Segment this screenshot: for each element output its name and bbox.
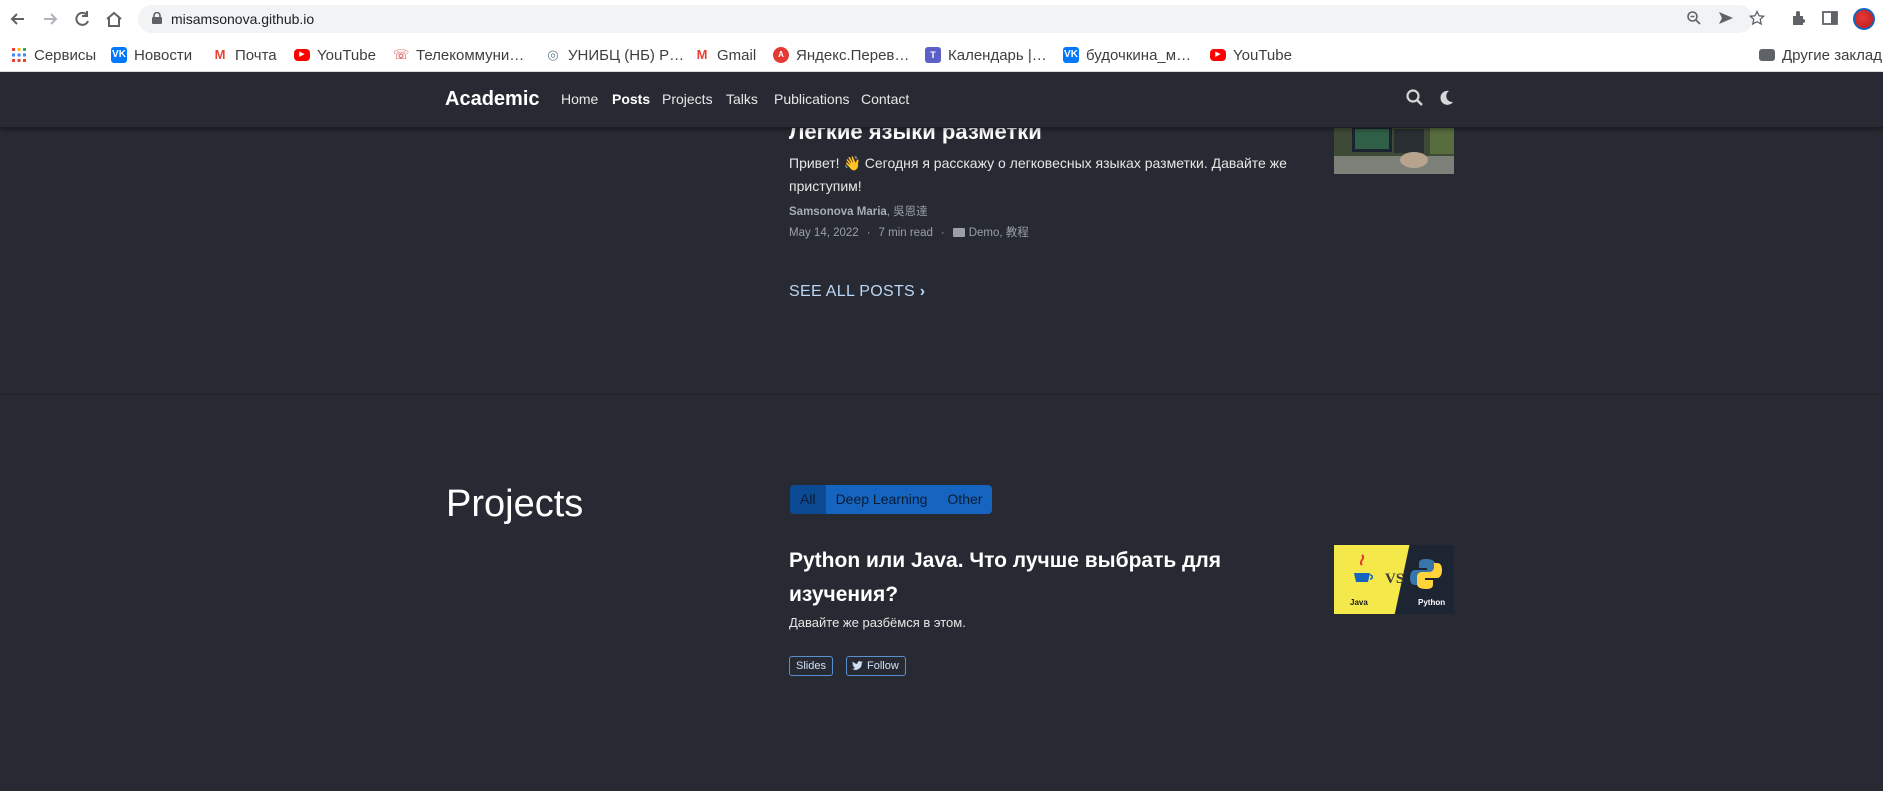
zoom-icon[interactable]	[1685, 10, 1703, 28]
bookmark-budochkina[interactable]: VK будочкина_м…	[1063, 45, 1191, 65]
twitter-icon	[852, 661, 863, 670]
filter-deep-learning-button[interactable]: Deep Learning	[825, 485, 938, 514]
bookmark-label: УНИБЦ (НБ) Р…	[568, 46, 685, 64]
slides-button[interactable]: Slides	[789, 656, 833, 676]
thumb-java-label: Java	[1350, 598, 1368, 607]
youtube-icon: ▶	[294, 49, 310, 61]
nav-posts[interactable]: Posts	[612, 91, 650, 107]
chevron-right-icon: ›	[919, 283, 926, 300]
telecom-icon: ☏	[393, 47, 410, 62]
send-icon[interactable]	[1717, 10, 1735, 28]
see-all-posts-link[interactable]: SEE ALL POSTS ›	[789, 283, 925, 301]
forward-arrow-icon[interactable]	[40, 9, 60, 29]
bookmark-label: Gmail	[717, 46, 757, 64]
yandex-translate-icon: A	[773, 47, 789, 63]
bookmark-label: YouTube	[317, 46, 376, 64]
bookmark-services[interactable]: Сервисы	[11, 45, 96, 65]
post-date: May 14, 2022	[789, 227, 859, 239]
apps-grid-icon	[11, 47, 27, 63]
bookmark-label: Почта	[235, 46, 277, 64]
thumb-python-label: Python	[1418, 598, 1446, 607]
back-arrow-icon[interactable]	[8, 9, 28, 29]
filter-all-button[interactable]: All	[790, 485, 826, 514]
reload-icon[interactable]	[72, 9, 92, 29]
gmail-icon: M	[214, 47, 226, 62]
vk-icon: VK	[111, 47, 127, 63]
folder-icon	[1759, 49, 1775, 61]
library-icon: ◎	[547, 47, 559, 62]
thumb-vs-label: VS	[1385, 571, 1405, 587]
teams-icon: T	[925, 47, 941, 63]
site-brand[interactable]: Academic	[445, 88, 540, 111]
lock-icon	[152, 12, 162, 24]
post-categories[interactable]: Demo, 教程	[969, 227, 1029, 239]
project-title[interactable]: Python или Java. Что лучше выбрать для и…	[789, 544, 1259, 612]
follow-label: Follow	[867, 660, 899, 672]
post-read-time: 7 min read	[878, 227, 933, 239]
nav-publications[interactable]: Publications	[774, 91, 850, 107]
profile-avatar[interactable]	[1853, 8, 1875, 30]
project-summary: Давайте же разбёмся в этом.	[789, 615, 966, 630]
project-thumbnail[interactable]: Java VS Python	[1334, 545, 1454, 614]
bookmark-label: Календарь |…	[948, 46, 1047, 64]
vk-icon: VK	[1063, 47, 1079, 63]
bookmark-label: Телекоммуни…	[416, 46, 525, 64]
co-author: , 吳恩達	[886, 206, 928, 218]
projects-heading: Projects	[446, 483, 584, 525]
home-icon[interactable]	[104, 9, 124, 29]
follow-button[interactable]: Follow	[846, 656, 906, 676]
site-navbar: Academic Home Posts Projects Talks Publi…	[0, 72, 1883, 128]
nav-contact[interactable]: Contact	[861, 91, 909, 107]
bookmark-label: Новости	[134, 46, 193, 64]
nav-projects[interactable]: Projects	[662, 91, 713, 107]
bookmark-calendar[interactable]: T Календарь |…	[925, 45, 1047, 65]
bookmark-youtube-2[interactable]: ▶ YouTube	[1210, 45, 1292, 65]
folder-icon	[952, 228, 965, 237]
project-filter-group: All Deep Learning Other	[790, 485, 993, 514]
bookmark-news[interactable]: VK Новости	[111, 45, 192, 65]
author-link[interactable]: Samsonova Maria	[789, 206, 887, 218]
nav-home[interactable]: Home	[561, 91, 598, 107]
see-all-label: SEE ALL POSTS	[789, 283, 916, 300]
gmail-icon: M	[696, 47, 708, 62]
bookmark-label: Яндекс.Перев…	[796, 46, 910, 64]
address-bar[interactable]: misamsonova.github.io	[138, 5, 1766, 33]
side-panel-icon[interactable]	[1820, 9, 1840, 29]
extensions-icon[interactable]	[1789, 9, 1809, 29]
post-thumbnail[interactable]	[1334, 124, 1454, 174]
filter-other-button[interactable]: Other	[937, 485, 993, 514]
post-authors: Samsonova Maria, 吳恩達	[789, 203, 928, 219]
star-icon[interactable]	[1748, 9, 1766, 28]
bookmark-other-folder[interactable]: Другие заклад	[1759, 45, 1882, 65]
post-summary: Привет! 👋 Сегодня я расскажу о легковесн…	[789, 155, 1287, 194]
bookmark-label: Другие заклад	[1782, 46, 1882, 64]
youtube-icon: ▶	[1210, 49, 1226, 61]
browser-toolbar: misamsonova.github.io	[0, 0, 1883, 38]
url-text: misamsonova.github.io	[171, 11, 315, 27]
bookmark-yandex-translate[interactable]: A Яндекс.Перев…	[773, 45, 909, 65]
post-meta: May 14, 2022 · 7 min read · Demo, 教程	[789, 227, 1029, 239]
bookmark-label: YouTube	[1233, 46, 1292, 64]
python-logo-icon	[1410, 559, 1442, 589]
nav-talks[interactable]: Talks	[726, 91, 758, 107]
bookmark-gmail[interactable]: M Gmail	[694, 45, 757, 65]
bookmarks-bar: Сервисы VK Новости M Почта ▶ YouTube ☏ Т…	[0, 38, 1883, 72]
bookmark-label: будочкина_м…	[1086, 46, 1192, 64]
dark-mode-moon-icon[interactable]	[1436, 88, 1456, 108]
bookmark-telecom[interactable]: ☏ Телекоммуни…	[393, 45, 524, 65]
bookmark-youtube[interactable]: ▶ YouTube	[294, 45, 376, 65]
bookmark-label: Сервисы	[34, 46, 97, 64]
bookmark-mail[interactable]: M Почта	[212, 45, 277, 65]
java-logo-icon	[1354, 554, 1374, 582]
website-viewport: Легкие языки разметки Привет! 👋 Сегодня …	[0, 72, 1883, 791]
search-icon[interactable]	[1405, 88, 1425, 108]
bookmark-library[interactable]: ◎ УНИБЦ (НБ) Р…	[545, 45, 684, 65]
